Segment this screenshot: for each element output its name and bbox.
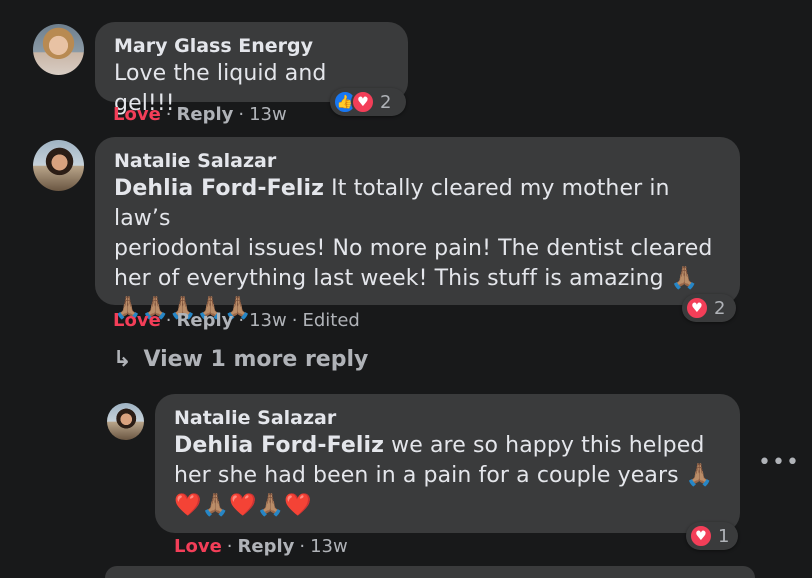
reply-bubble: Natalie Salazar Dehlia Ford-Feliz we are… [155, 394, 740, 533]
love-button[interactable]: Love [113, 310, 161, 331]
love-button[interactable]: Love [174, 536, 222, 557]
reply-button[interactable]: Reply [238, 536, 295, 557]
more-options-icon[interactable]: ••• [758, 450, 800, 475]
comment-text: Dehlia Ford-Feliz It totally cleared my … [114, 174, 722, 324]
timestamp[interactable]: 13w [310, 536, 348, 557]
comment-text-line: we are so happy this helped [384, 433, 705, 458]
comment-actions: Love · Reply · 13w [174, 536, 348, 557]
timestamp[interactable]: 13w [249, 310, 287, 331]
avatar[interactable] [33, 140, 84, 191]
comment-actions: Love · Reply · 13w · Edited [113, 310, 360, 331]
comment-author[interactable]: Natalie Salazar [174, 405, 722, 431]
heart-icon: ♥ [351, 90, 375, 114]
edited-label[interactable]: Edited [302, 310, 359, 331]
mention-link[interactable]: Dehlia Ford-Feliz [174, 433, 384, 458]
reaction-count: 2 [380, 91, 392, 113]
reaction-summary[interactable]: 👍 ♥ 2 [330, 88, 406, 116]
timestamp[interactable]: 13w [249, 104, 287, 125]
view-more-replies-button[interactable]: ↳ View 1 more reply [113, 347, 368, 372]
view-more-label: View 1 more reply [143, 347, 369, 372]
comment-text-line: her she had been in a pain for a couple … [174, 463, 714, 488]
next-comment-bubble [105, 566, 755, 578]
reply-button[interactable]: Reply [177, 104, 234, 125]
avatar[interactable] [107, 403, 144, 440]
heart-icon: ♥ [685, 296, 709, 320]
reply-button[interactable]: Reply [177, 310, 234, 331]
mention-link[interactable]: Dehlia Ford-Feliz [114, 176, 324, 201]
comment-text-line: her of everything last week! This stuff … [114, 266, 699, 291]
reaction-count: 1 [718, 525, 730, 547]
comment-text-line: periodontal issues! No more pain! The de… [114, 236, 713, 261]
reply-arrow-icon: ↳ [113, 347, 132, 372]
reaction-summary[interactable]: ♥ 1 [686, 522, 738, 550]
heart-icon: ♥ [689, 524, 713, 548]
comment-author[interactable]: Natalie Salazar [114, 148, 722, 174]
comment-author[interactable]: Mary Glass Energy [114, 33, 390, 59]
reaction-summary[interactable]: ♥ 2 [682, 294, 736, 322]
reaction-count: 2 [714, 297, 726, 319]
comment-bubble: Natalie Salazar Dehlia Ford-Feliz It tot… [95, 137, 740, 321]
emoji-line: ❤️🙏🏽❤️🙏🏽❤️ [174, 493, 312, 518]
avatar[interactable] [33, 24, 84, 75]
love-button[interactable]: Love [113, 104, 161, 125]
comment-actions: Love · Reply · 13w [113, 104, 287, 125]
comment-text: Dehlia Ford-Feliz we are so happy this h… [174, 431, 722, 521]
